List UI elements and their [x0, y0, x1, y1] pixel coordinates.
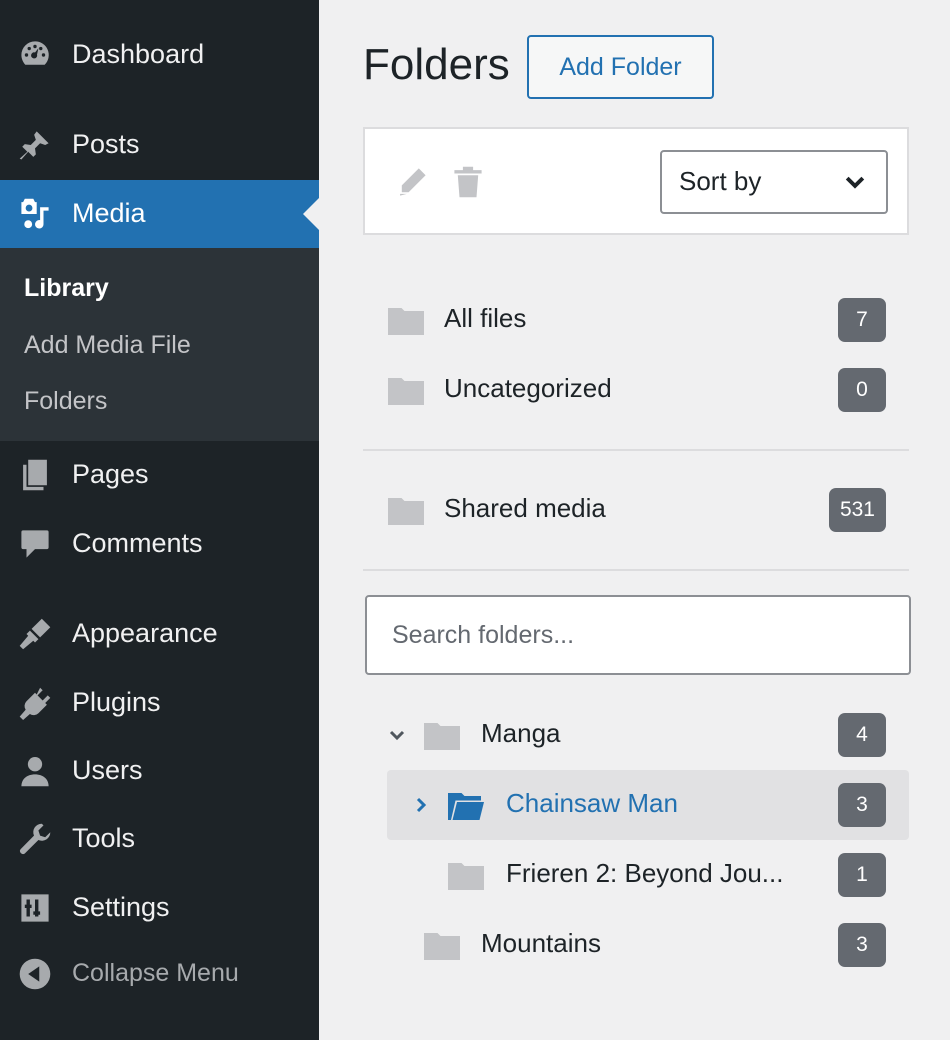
pin-icon: [17, 127, 53, 163]
sidebar-item-label: Tools: [72, 822, 136, 853]
folder-count-badge: 531: [828, 488, 886, 532]
folder-label: All files: [444, 303, 527, 333]
chevron-down-icon: [842, 169, 868, 195]
media-icon: [17, 196, 53, 232]
folder-label: Manga: [481, 718, 561, 748]
sidebar-item-users[interactable]: Users: [0, 737, 319, 805]
folder-label: Chainsaw Man: [506, 788, 678, 818]
chevron-down-icon[interactable]: [387, 725, 407, 745]
folder-icon: [424, 930, 460, 960]
current-menu-pointer: [303, 198, 319, 230]
sliders-icon: [17, 890, 53, 926]
folder-count-badge: 0: [838, 368, 886, 412]
page-title: Folders: [363, 40, 510, 89]
search-folders-input[interactable]: [365, 595, 911, 675]
folder-row-uncategorized[interactable]: Uncategorized 0: [363, 360, 909, 420]
folder-row-all-files[interactable]: All files 7: [363, 290, 909, 350]
sidebar-item-label: Dashboard: [72, 38, 205, 69]
collapse-menu-label: Collapse Menu: [72, 958, 239, 987]
trash-icon[interactable]: [451, 165, 485, 199]
folder-icon: [448, 860, 484, 890]
folder-count-badge: 3: [838, 923, 886, 967]
pages-icon: [17, 457, 53, 493]
divider: [363, 569, 909, 571]
folder-count-badge: 3: [838, 783, 886, 827]
chevron-right-icon[interactable]: [411, 795, 431, 815]
sidebar-item-label: Plugins: [72, 686, 161, 717]
folder-label: Mountains: [481, 928, 601, 958]
sidebar-item-settings[interactable]: Settings: [0, 874, 319, 942]
admin-sidebar: Dashboard Posts Media Library Add Media …: [0, 0, 319, 1040]
sidebar-item-media[interactable]: Media: [0, 180, 319, 248]
folder-label: Shared media: [444, 493, 606, 523]
add-folder-button[interactable]: Add Folder: [527, 35, 714, 99]
folder-toolbar: Sort by: [363, 127, 909, 235]
folder-icon: [388, 495, 424, 525]
divider: [363, 449, 909, 451]
sort-by-select[interactable]: Sort by: [660, 150, 888, 214]
folder-count-badge: 7: [838, 298, 886, 342]
comment-icon: [17, 526, 53, 562]
sidebar-item-comments[interactable]: Comments: [0, 510, 319, 578]
folder-icon: [388, 375, 424, 405]
sidebar-item-plugins[interactable]: Plugins: [0, 669, 319, 737]
brush-icon: [17, 616, 53, 652]
sidebar-item-dashboard[interactable]: Dashboard: [0, 21, 319, 89]
sidebar-item-label: Appearance: [72, 617, 218, 648]
collapse-icon: [17, 956, 53, 992]
tree-row-frieren[interactable]: Frieren 2: Beyond Jou... 1: [363, 845, 909, 905]
plug-icon: [17, 685, 53, 721]
folder-count-badge: 4: [838, 713, 886, 757]
sidebar-item-pages[interactable]: Pages: [0, 441, 319, 509]
dashboard-icon: [17, 37, 53, 73]
submenu-item-folders[interactable]: Folders: [24, 387, 107, 416]
submenu-item-add-media-file[interactable]: Add Media File: [24, 331, 191, 360]
sidebar-item-label: Comments: [72, 527, 203, 558]
sidebar-item-label: Users: [72, 754, 143, 785]
wrench-icon: [17, 821, 53, 857]
submenu-item-library[interactable]: Library: [24, 274, 109, 303]
tree-row-chainsaw-man[interactable]: Chainsaw Man 3: [363, 775, 909, 835]
sidebar-item-label: Media: [72, 197, 146, 228]
pencil-icon[interactable]: [395, 165, 429, 199]
sidebar-item-label: Pages: [72, 458, 149, 489]
sort-by-label: Sort by: [679, 165, 762, 196]
folder-icon: [388, 305, 424, 335]
tree-row-mountains[interactable]: Mountains 3: [363, 915, 909, 975]
folder-label: Frieren 2: Beyond Jou...: [506, 858, 784, 888]
folder-count-badge: 1: [838, 853, 886, 897]
sidebar-item-label: Settings: [72, 891, 170, 922]
sidebar-item-appearance[interactable]: Appearance: [0, 600, 319, 668]
sidebar-item-posts[interactable]: Posts: [0, 111, 319, 179]
user-icon: [17, 753, 53, 789]
media-submenu: Library Add Media File Folders: [0, 248, 319, 441]
folder-open-icon: [448, 790, 484, 820]
folder-label: Uncategorized: [444, 373, 612, 403]
folder-icon: [424, 720, 460, 750]
sidebar-item-tools[interactable]: Tools: [0, 805, 319, 873]
collapse-menu-button[interactable]: Collapse Menu: [0, 940, 319, 1008]
tree-row-manga[interactable]: Manga 4: [363, 705, 909, 765]
sidebar-item-label: Posts: [72, 128, 140, 159]
folder-row-shared-media[interactable]: Shared media 531: [363, 480, 909, 540]
